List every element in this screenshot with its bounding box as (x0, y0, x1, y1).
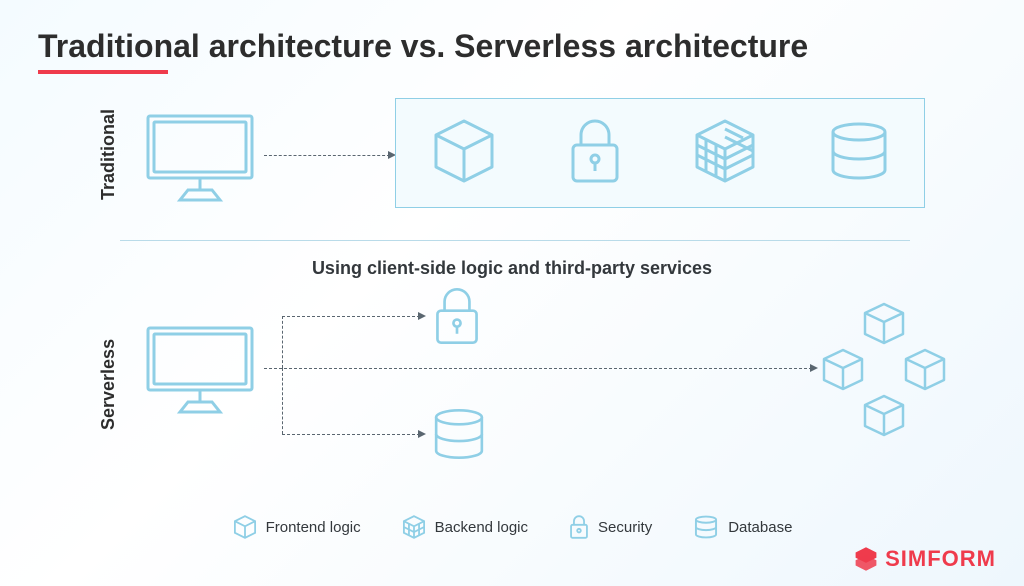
traditional-stack-box (395, 98, 925, 208)
arrow-path (282, 316, 283, 368)
lock-icon (430, 284, 484, 353)
row-label-serverless: Serverless (98, 310, 119, 430)
database-icon (826, 120, 892, 187)
lock-icon (568, 514, 590, 540)
legend-backend: Backend logic (401, 514, 528, 540)
legend-label: Database (728, 519, 792, 536)
cube-icon (232, 514, 258, 540)
arrowhead-icon (418, 430, 426, 438)
arrow-path (282, 434, 420, 435)
grid-cube-icon (401, 514, 427, 540)
page-title: Traditional architecture vs. Serverless … (38, 28, 808, 65)
monitor-icon (140, 108, 260, 208)
cube-icon (428, 115, 500, 192)
legend-label: Security (598, 519, 652, 536)
grid-cube-icon (689, 115, 761, 192)
serverless-subtitle: Using client-side logic and third-party … (0, 258, 1024, 279)
legend-label: Backend logic (435, 519, 528, 536)
legend-label: Frontend logic (266, 519, 361, 536)
row-label-traditional: Traditional (98, 110, 119, 200)
brand-logo: SIMFORM (853, 546, 996, 572)
arrow-path (282, 316, 420, 317)
section-divider (120, 240, 910, 241)
database-icon (692, 515, 720, 539)
title-underline (38, 70, 168, 74)
logo-mark-icon (853, 546, 879, 572)
cube-cluster-icon (814, 300, 954, 460)
brand-name: SIMFORM (885, 546, 996, 572)
arrow-path (282, 368, 283, 434)
legend: Frontend logic Backend logic Security Da… (0, 514, 1024, 540)
database-icon (430, 406, 488, 467)
arrow-path (264, 368, 812, 369)
arrow-traditional (264, 155, 390, 156)
legend-database: Database (692, 515, 792, 539)
legend-frontend: Frontend logic (232, 514, 361, 540)
arrowhead-icon (418, 312, 426, 320)
legend-security: Security (568, 514, 652, 540)
monitor-icon (140, 320, 260, 420)
lock-icon (565, 115, 625, 192)
